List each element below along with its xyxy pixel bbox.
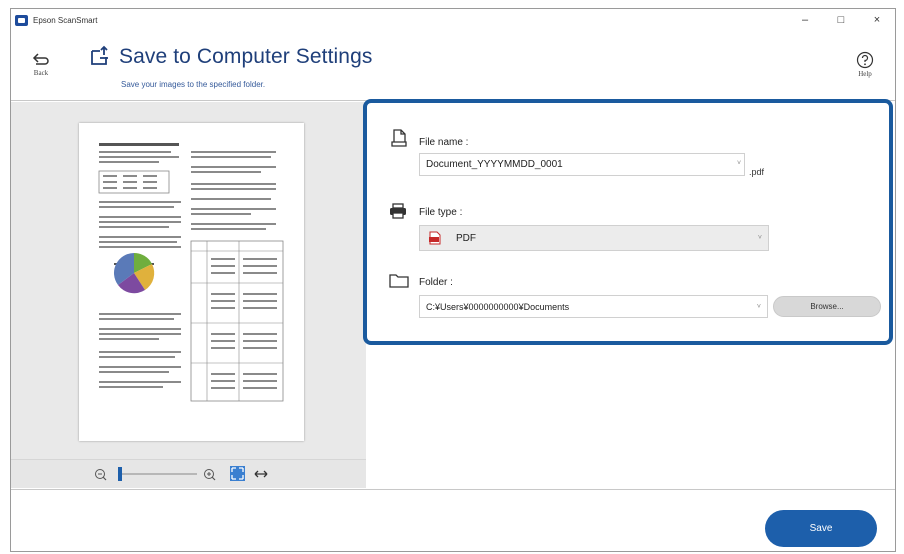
chevron-down-icon: ˅ (757, 234, 762, 242)
pdf-icon (429, 231, 441, 245)
app-window: Epson ScanSmart – □ × Back Save to Compu… (10, 8, 896, 552)
file-name-input[interactable]: Document_YYYYMMDD_0001 (419, 153, 745, 176)
app-title: Epson ScanSmart (33, 15, 98, 25)
back-arrow-icon (32, 53, 49, 65)
file-type-label: File type : (419, 207, 463, 218)
page-subtitle: Save your images to the specified folder… (121, 80, 266, 89)
close-button[interactable]: × (859, 9, 895, 31)
file-name-options-icon[interactable]: ˅ (737, 160, 883, 167)
chevron-down-icon: ˅ (756, 303, 761, 310)
preview-pane (11, 102, 366, 488)
page-title: Save to Computer Settings (119, 45, 373, 68)
back-label: Back (33, 69, 49, 77)
zoom-in-icon[interactable] (204, 469, 216, 481)
folder-path-value: C:¥Users¥0000000000¥Documents (426, 301, 570, 312)
file-type-value: PDF (456, 232, 476, 244)
footer: Save (11, 489, 895, 551)
help-button[interactable]: Help (853, 51, 877, 78)
back-button[interactable]: Back (25, 53, 57, 93)
file-type-select[interactable]: PDF ˅ (419, 225, 769, 251)
document-thumbnail (98, 143, 284, 402)
minimize-button[interactable]: – (787, 9, 823, 31)
zoom-toolbar (11, 459, 366, 488)
window-controls: – □ × (787, 9, 895, 31)
file-extension: .pdf (749, 167, 765, 177)
zoom-out-icon[interactable] (95, 469, 107, 481)
header: Back Save to Computer Settings Save your… (11, 31, 895, 101)
folder-select[interactable]: C:¥Users¥0000000000¥Documents ˅ (419, 295, 768, 318)
fit-page-icon[interactable] (230, 466, 245, 481)
expand-icon[interactable] (254, 470, 268, 478)
help-label: Help (858, 70, 872, 78)
document-preview (79, 123, 304, 441)
app-logo-icon (15, 14, 28, 26)
file-icon (391, 129, 407, 147)
printer-icon (390, 203, 406, 219)
zoom-slider[interactable] (118, 467, 197, 481)
browse-button[interactable]: Browse... (773, 296, 881, 317)
file-name-label: File name : (419, 137, 469, 148)
save-button[interactable]: Save (765, 510, 877, 547)
maximize-button[interactable]: □ (823, 9, 859, 31)
folder-label: Folder : (419, 277, 453, 288)
folder-icon (389, 274, 409, 288)
title-bar: Epson ScanSmart – □ × (11, 9, 895, 31)
settings-panel: File name : Document_YYYYMMDD_0001 ˅ .pd… (363, 99, 893, 345)
save-to-computer-icon (91, 45, 108, 65)
help-icon (856, 51, 874, 69)
